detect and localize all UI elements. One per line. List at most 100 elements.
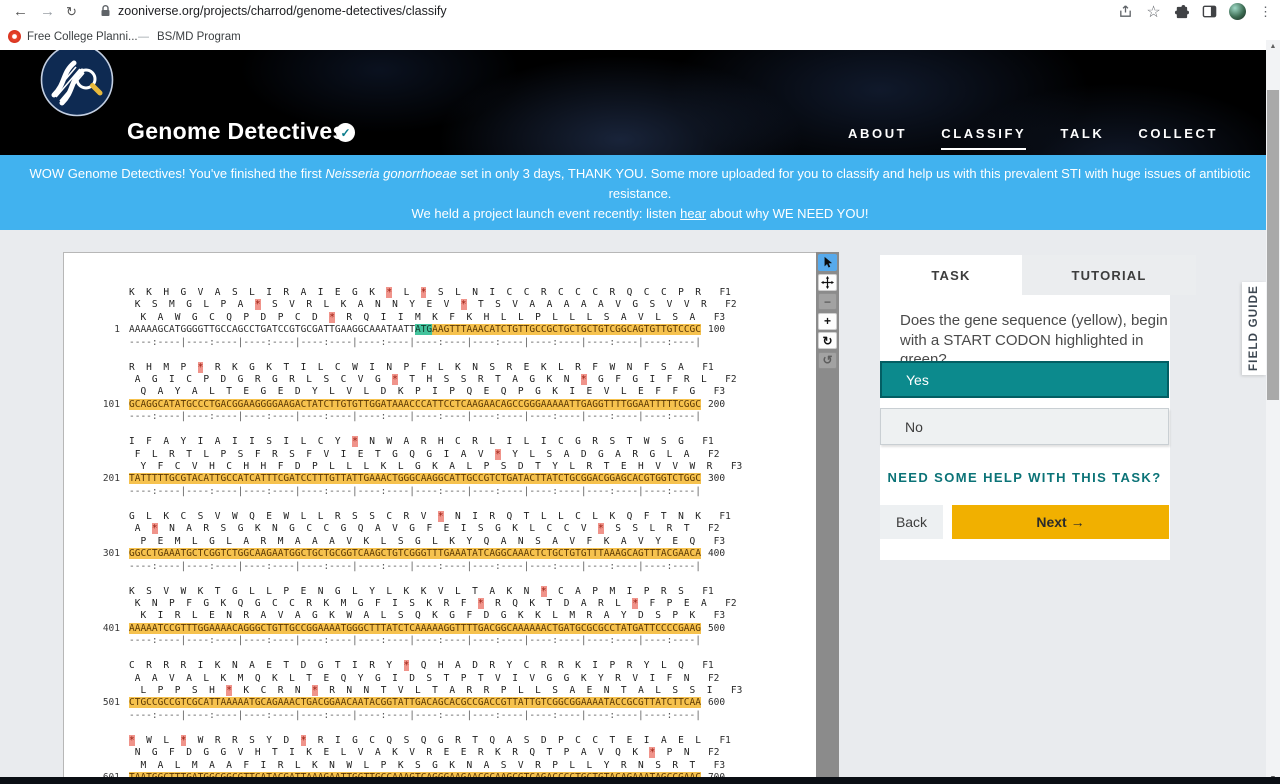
- answer-yes-button[interactable]: Yes: [880, 361, 1169, 398]
- approved-badge-icon: ✓: [336, 123, 355, 142]
- task-content: Does the gene sequence (yellow), begin w…: [880, 295, 1170, 560]
- ruler-row: ----:----|----:----|----:----|----:----|…: [129, 336, 701, 348]
- frame-row: C R R R I K N A E T D G T I R Y * Q H A …: [129, 660, 696, 672]
- frame-label: F2: [725, 374, 737, 386]
- sequence-content: K K H G V A S L I R A I E G K * L * S L …: [64, 253, 816, 778]
- dna-row: GGCCTGAAATGCTCGGTCTGGCAAGAATGGCTGCTGCGGT…: [129, 548, 701, 560]
- frame-row: I F A Y I A I I S I L C Y * N W A R H C …: [129, 436, 696, 448]
- zoom-in-icon[interactable]: +: [818, 312, 837, 330]
- frame-label: F1: [702, 361, 714, 373]
- sequence-block: I F A Y I A I I S I L C Y * N W A R H C …: [64, 436, 816, 498]
- reset-view-icon[interactable]: ↺: [818, 351, 837, 369]
- nav-about[interactable]: ABOUT: [848, 126, 907, 150]
- sidepanel-icon[interactable]: [1201, 3, 1218, 20]
- project-logo[interactable]: [40, 50, 114, 117]
- footer-bar: [0, 777, 1280, 784]
- url-bar[interactable]: zooniverse.org/projects/charrod/genome-d…: [118, 3, 447, 20]
- announcement-banner: WOW Genome Detectives! You've finished t…: [0, 155, 1280, 230]
- menu-kebab-icon[interactable]: ⋮: [1257, 3, 1274, 20]
- dna-row: AAAAAGCATGGGGTTGCCAGCCTGATCCGTGCGATTGAAG…: [129, 324, 701, 336]
- scroll-up-icon[interactable]: ▲: [1266, 40, 1280, 52]
- bookmark-item[interactable]: — BS/MD Program: [138, 23, 241, 50]
- gene-highlight: AAGTTTAAACATCTGTTGCCGCTGCTGCTGTCGGCAGTGT…: [432, 324, 701, 336]
- bookmark-star-icon[interactable]: ☆: [1145, 3, 1162, 21]
- ruler-row: ----:----|----:----|----:----|----:----|…: [129, 560, 701, 572]
- frame-label: F2: [707, 672, 720, 684]
- frame-row: A G I C P D G R G R L S C V G * T H S S …: [129, 374, 719, 386]
- field-guide-tab[interactable]: FIELD GUIDE: [1242, 282, 1266, 375]
- gene-highlight: AAAAATCCGTTTGGAAAACAGGGCTGTTGCCGGAAAATGG…: [129, 622, 701, 634]
- main-nav: ABOUT CLASSIFY TALK COLLECT: [848, 126, 1218, 150]
- next-button[interactable]: Next →: [952, 505, 1169, 539]
- rotate-icon[interactable]: ↻: [818, 332, 837, 349]
- move-tool-icon[interactable]: [818, 273, 837, 291]
- frame-label: F1: [702, 585, 714, 597]
- sequence-panel[interactable]: K K H G V A S L I R A I E G K * L * S L …: [63, 252, 817, 779]
- frame-label: F1: [719, 287, 731, 298]
- ruler-row: ----:----|----:----|----:----|----:----|…: [129, 411, 701, 423]
- browser-forward-icon[interactable]: →: [40, 0, 55, 23]
- banner-text: WOW Genome Detectives! You've finished t…: [29, 166, 1251, 201]
- frame-row: Q A Y A L T E G E D Y L V L D K P I P Q …: [129, 386, 707, 398]
- nav-collect[interactable]: COLLECT: [1138, 126, 1218, 150]
- annotate-pointer-tool[interactable]: [818, 254, 837, 271]
- line-number: 300: [707, 473, 726, 485]
- frame-row: K S M G L P A * S V R L K A N N Y E V * …: [129, 299, 719, 311]
- line-number: 100: [707, 324, 726, 336]
- line-number: 500: [707, 622, 726, 634]
- frame-label: F2: [725, 299, 737, 311]
- sequence-block: K K H G V A S L I R A I E G K * L * S L …: [64, 287, 816, 349]
- frame-label: F2: [725, 597, 737, 609]
- sequence-block: K S V W K T G L L P E N G L Y L K K V L …: [64, 585, 816, 648]
- frame-label: F3: [713, 386, 726, 398]
- line-number: 400: [707, 548, 726, 560]
- task-help-link[interactable]: NEED SOME HELP WITH THIS TASK?: [880, 470, 1169, 485]
- frame-row: R H M P * R K G K T I L C W I N P F L K …: [129, 361, 696, 373]
- gene-highlight: GCAGGCATATGCCCTGACGGAAGGGGAAGACTATCTTGTG…: [129, 398, 701, 410]
- ruler-row: ----:----|----:----|----:----|----:----|…: [129, 709, 701, 721]
- bookmark-favicon: [8, 30, 21, 43]
- frame-label: F3: [713, 311, 726, 323]
- frame-row: F L R T L P S F R S F V I E T G Q G I A …: [129, 448, 701, 460]
- line-number: 1: [114, 324, 120, 336]
- frame-row: K K H G V A S L I R A I E G K * L * S L …: [129, 287, 713, 298]
- browser-refresh-icon[interactable]: ↻: [66, 0, 77, 23]
- zoom-out-icon[interactable]: −: [818, 293, 837, 310]
- frame-label: F3: [713, 535, 726, 547]
- project-title[interactable]: Genome Detectives: [127, 118, 346, 145]
- tab-tutorial[interactable]: TUTORIAL: [1022, 255, 1196, 295]
- banner-text-2: We held a project launch event recently:…: [411, 206, 869, 221]
- frame-row: L P P S H * K C R N * R N N T V L T A R …: [129, 684, 724, 696]
- task-tabs: TASK TUTORIAL: [880, 255, 1196, 295]
- dna-row: AAAAATCCGTTTGGAAAACAGGGCTGTTGCCGGAAAATGG…: [129, 622, 701, 635]
- scrollbar-thumb[interactable]: [1267, 90, 1279, 400]
- gene-highlight: TATTTTTGCGTACATTGCCATCATTTCGATCCTTTGTTAT…: [129, 473, 701, 485]
- lock-icon: [100, 4, 111, 23]
- frame-label: F1: [702, 436, 714, 448]
- hear-link[interactable]: hear: [680, 206, 706, 221]
- share-icon[interactable]: [1117, 3, 1134, 20]
- bookmark-label: Free College Planni...: [27, 30, 138, 43]
- bookmark-item[interactable]: Free College Planni...: [8, 23, 138, 50]
- frame-row: K I R L E N R A V A G K W A L S Q K G F …: [129, 610, 707, 622]
- sequence-block: C R R R I K N A E T D G T I R Y * Q H A …: [64, 660, 816, 722]
- extensions-icon[interactable]: [1173, 3, 1190, 20]
- frame-row: N G F D G G V H T I K E L V A K V R E E …: [129, 747, 701, 759]
- answer-no-button[interactable]: No: [880, 408, 1169, 445]
- nav-talk[interactable]: TALK: [1060, 126, 1104, 150]
- frame-label: F3: [730, 684, 743, 696]
- nav-classify[interactable]: CLASSIFY: [941, 126, 1027, 150]
- page-scrollbar: ▲ ▼: [1266, 40, 1280, 784]
- browser-toolbar: ← → ↻ zooniverse.org/projects/charrod/ge…: [0, 0, 1280, 23]
- browser-back-icon[interactable]: ←: [13, 0, 28, 23]
- frame-label: F1: [702, 660, 714, 672]
- frame-row: M A L M A A F I R L K N W L P K S G K N …: [129, 759, 707, 771]
- frame-row: K S V W K T G L L P E N G L Y L K K V L …: [129, 585, 696, 597]
- tab-task[interactable]: TASK: [880, 255, 1022, 295]
- frame-label: F2: [707, 747, 720, 759]
- frame-label: F1: [719, 734, 731, 746]
- profile-avatar[interactable]: [1229, 3, 1246, 20]
- ruler-row: ----:----|----:----|----:----|----:----|…: [129, 485, 701, 497]
- back-button[interactable]: Back: [880, 505, 943, 539]
- ruler-row: ----:----|----:----|----:----|----:----|…: [129, 635, 701, 647]
